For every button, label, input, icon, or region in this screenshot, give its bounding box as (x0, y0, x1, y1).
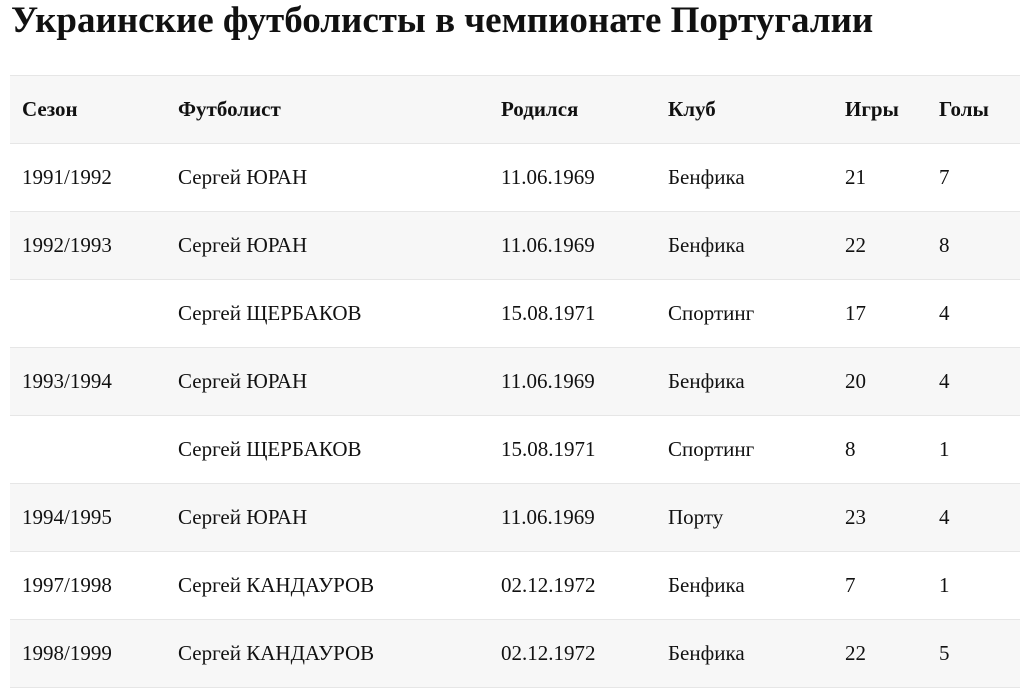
cell-goals: 4 (939, 369, 950, 393)
cell-games: 21 (845, 165, 866, 189)
cell-born: 02.12.1972 (501, 573, 596, 597)
cell-goals: 4 (939, 505, 950, 529)
cell-born: 11.06.1969 (501, 505, 595, 529)
header-season: Сезон (22, 97, 78, 121)
cell-player: Сергей ЮРАН (178, 165, 308, 189)
cell-born: 11.06.1969 (501, 233, 595, 257)
cell-season (10, 416, 166, 484)
players-table: Сезон Футболист Родился Клуб Игры Голы 1… (10, 75, 1020, 688)
cell-club: Бенфика (668, 573, 745, 597)
header-club: Клуб (668, 97, 716, 121)
cell-club: Спортинг (668, 437, 755, 461)
table-row: Сергей ЩЕРБАКОВ 15.08.1971 Спортинг 8 1 (10, 415, 1020, 484)
cell-club: Порту (668, 505, 724, 529)
cell-player: Сергей ЩЕРБАКОВ (178, 437, 362, 461)
cell-born: 11.06.1969 (501, 165, 595, 189)
table-row: Сергей ЩЕРБАКОВ 15.08.1971 Спортинг 17 4 (10, 279, 1020, 348)
cell-club: Спортинг (668, 301, 755, 325)
cell-player: Сергей ЮРАН (178, 233, 308, 257)
cell-born: 15.08.1971 (501, 437, 596, 461)
cell-season: 1997/1998 (22, 573, 112, 597)
header-games: Игры (845, 97, 899, 121)
cell-player: Сергей КАНДАУРОВ (178, 641, 375, 665)
table-row: 1993/1994 Сергей ЮРАН 11.06.1969 Бенфика… (10, 347, 1020, 416)
table-row: 1998/1999 Сергей КАНДАУРОВ 02.12.1972 Бе… (10, 619, 1020, 688)
cell-games: 22 (845, 233, 866, 257)
cell-player: Сергей КАНДАУРОВ (178, 573, 375, 597)
cell-club: Бенфика (668, 641, 745, 665)
cell-games: 7 (845, 573, 856, 597)
header-player: Футболист (178, 97, 281, 121)
header-goals: Голы (939, 97, 989, 121)
cell-born: 11.06.1969 (501, 369, 595, 393)
table-row: 1992/1993 Сергей ЮРАН 11.06.1969 Бенфика… (10, 211, 1020, 280)
cell-games: 8 (845, 437, 856, 461)
page: Украинские футболисты в чемпионате Порту… (0, 0, 1031, 689)
table-row: 1991/1992 Сергей ЮРАН 11.06.1969 Бенфика… (10, 143, 1020, 212)
cell-season: 1998/1999 (22, 641, 112, 665)
table-row: 1994/1995 Сергей ЮРАН 11.06.1969 Порту 2… (10, 483, 1020, 552)
cell-goals: 5 (939, 641, 950, 665)
cell-season (10, 280, 166, 348)
cell-player: Сергей ЩЕРБАКОВ (178, 301, 362, 325)
table-row: 1997/1998 Сергей КАНДАУРОВ 02.12.1972 Бе… (10, 551, 1020, 620)
cell-games: 20 (845, 369, 866, 393)
cell-season: 1993/1994 (22, 369, 112, 393)
cell-club: Бенфика (668, 233, 745, 257)
cell-games: 23 (845, 505, 866, 529)
cell-goals: 7 (939, 165, 950, 189)
cell-season: 1991/1992 (22, 165, 112, 189)
page-title: Украинские футболисты в чемпионате Порту… (11, 0, 874, 41)
table-header-row: Сезон Футболист Родился Клуб Игры Голы (10, 75, 1020, 144)
cell-season: 1994/1995 (22, 505, 112, 529)
cell-player: Сергей ЮРАН (178, 505, 308, 529)
cell-goals: 1 (939, 437, 950, 461)
cell-games: 17 (845, 301, 866, 325)
cell-born: 15.08.1971 (501, 301, 596, 325)
cell-born: 02.12.1972 (501, 641, 596, 665)
cell-club: Бенфика (668, 165, 745, 189)
header-born: Родился (501, 97, 579, 121)
cell-club: Бенфика (668, 369, 745, 393)
cell-goals: 8 (939, 233, 950, 257)
cell-goals: 1 (939, 573, 950, 597)
cell-games: 22 (845, 641, 866, 665)
cell-goals: 4 (939, 301, 950, 325)
cell-season: 1992/1993 (22, 233, 112, 257)
cell-player: Сергей ЮРАН (178, 369, 308, 393)
